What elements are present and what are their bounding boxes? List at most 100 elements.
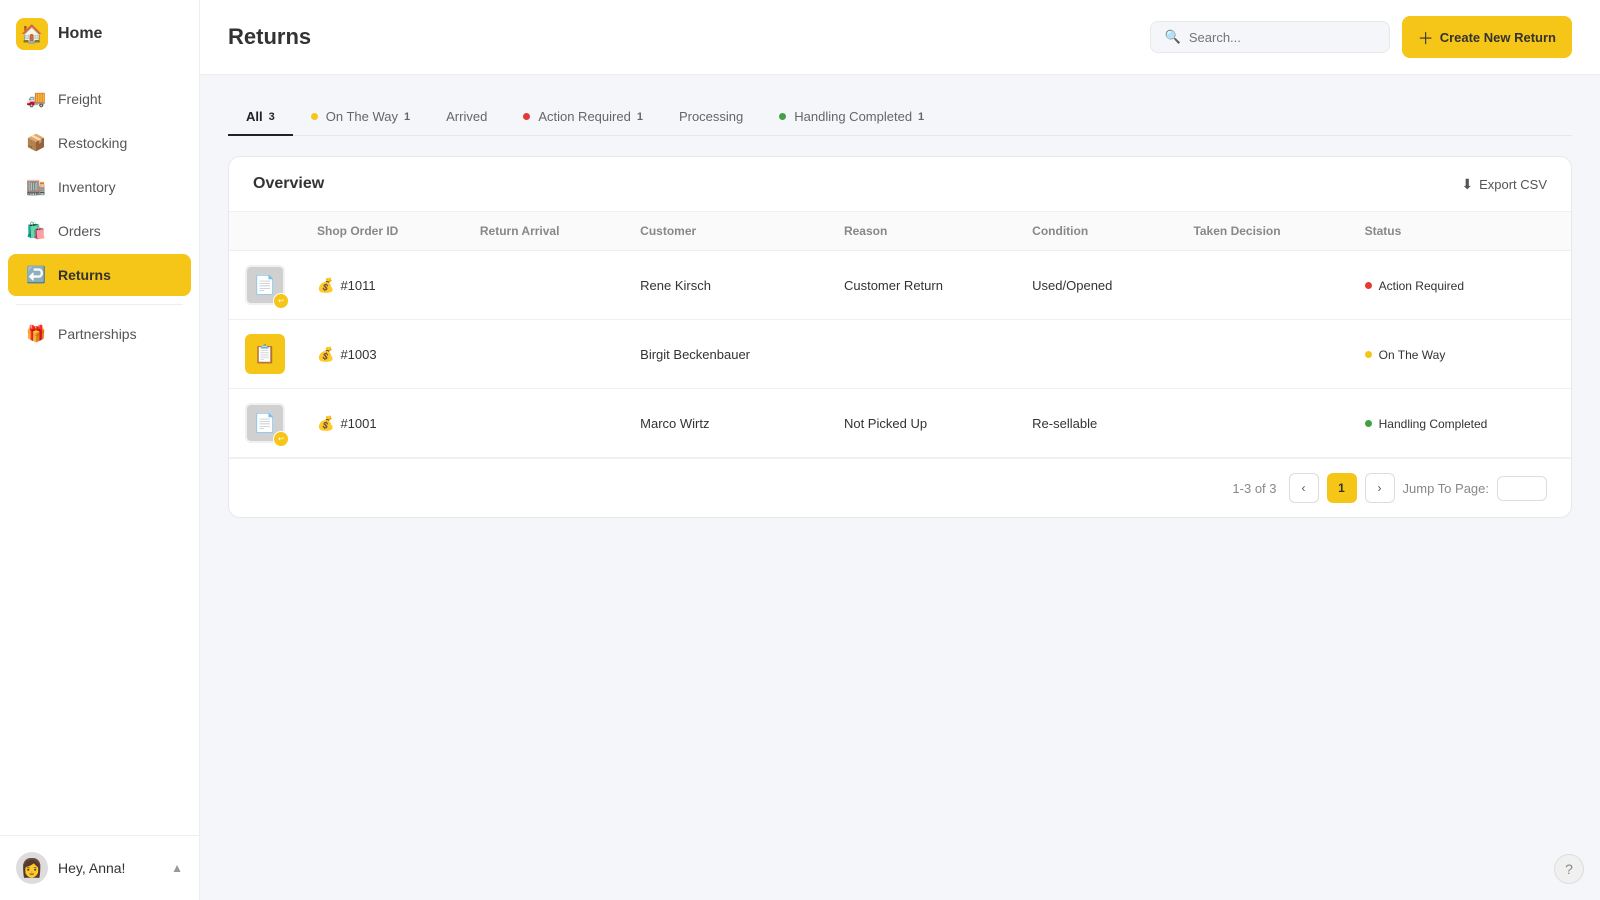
row2-reason <box>828 320 1016 389</box>
order-id-cell: 💰 #1001 <box>317 415 448 432</box>
export-csv-button[interactable]: ⬇ Export CSV <box>1461 176 1547 193</box>
sidebar-item-label: Inventory <box>58 179 116 195</box>
sidebar-item-freight[interactable]: 🚚 Freight <box>8 78 191 120</box>
row3-status: Handling Completed <box>1349 389 1571 458</box>
row1-customer: Rene Kirsch <box>624 251 828 320</box>
table-row[interactable]: 📋 💰 #1003 Birgit Beckenbauer <box>229 320 1571 389</box>
overview-card: Overview ⬇ Export CSV Shop Order ID Retu… <box>228 156 1572 518</box>
sidebar-footer[interactable]: 👩 Hey, Anna! ▲ <box>0 835 199 900</box>
col-status: Status <box>1349 212 1571 251</box>
partnerships-icon: 🎁 <box>26 324 46 344</box>
badge-icon: ↩ <box>278 297 284 305</box>
row3-condition: Re-sellable <box>1016 389 1177 458</box>
jump-to-page-input[interactable] <box>1497 476 1547 501</box>
row2-condition <box>1016 320 1177 389</box>
download-icon: ⬇ <box>1461 176 1473 193</box>
content-area: All 3 On The Way 1 Arrived Action Requir… <box>200 75 1600 900</box>
status-label: Action Required <box>1379 279 1464 293</box>
sidebar-item-restocking[interactable]: 📦 Restocking <box>8 122 191 164</box>
tabs-bar: All 3 On The Way 1 Arrived Action Requir… <box>228 99 1572 136</box>
tab-arrived[interactable]: Arrived <box>428 99 505 136</box>
sidebar-item-orders[interactable]: 🛍️ Orders <box>8 210 191 252</box>
order-icon: 💰 <box>317 415 334 432</box>
table-header: Shop Order ID Return Arrival Customer Re… <box>229 212 1571 251</box>
sidebar-item-inventory[interactable]: 🏬 Inventory <box>8 166 191 208</box>
row1-thumb-cell: 📄 ↩ <box>229 251 301 320</box>
product-cell: 📄 ↩ <box>245 265 285 305</box>
search-box: 🔍 <box>1150 21 1390 53</box>
col-taken-decision: Taken Decision <box>1177 212 1348 251</box>
dot-yellow-icon <box>311 113 318 120</box>
badge-icon: ↩ <box>278 435 284 443</box>
row1-condition: Used/Opened <box>1016 251 1177 320</box>
tab-processing[interactable]: Processing <box>661 99 761 136</box>
pagination-info: 1-3 of 3 <box>1232 481 1276 496</box>
product-image: 📋 <box>247 336 283 372</box>
create-return-label: Create New Return <box>1440 30 1556 45</box>
tab-all[interactable]: All 3 <box>228 99 293 136</box>
row3-order-id: 💰 #1001 <box>301 389 464 458</box>
status-label: On The Way <box>1379 348 1446 362</box>
search-input[interactable] <box>1189 30 1375 45</box>
product-cell: 📋 <box>245 334 285 374</box>
next-page-button[interactable]: › <box>1365 473 1395 503</box>
tab-handling-completed-count: 1 <box>918 111 924 123</box>
status-badge-on-the-way: On The Way <box>1365 348 1446 362</box>
row3-reason: Not Picked Up <box>828 389 1016 458</box>
row1-reason: Customer Return <box>828 251 1016 320</box>
sidebar-nav: 🚚 Freight 📦 Restocking 🏬 Inventory 🛍️ Or… <box>0 68 199 835</box>
restocking-icon: 📦 <box>26 133 46 153</box>
tab-all-label: All <box>246 109 263 124</box>
table-row[interactable]: 📄 ↩ 💰 #1001 <box>229 389 1571 458</box>
tab-all-count: 3 <box>269 111 275 123</box>
help-button[interactable]: ? <box>1554 854 1584 884</box>
plus-icon: ＋ <box>1418 25 1434 49</box>
row2-order-id: 💰 #1003 <box>301 320 464 389</box>
row2-return-arrival <box>464 320 624 389</box>
tab-on-the-way[interactable]: On The Way 1 <box>293 99 428 136</box>
sidebar-item-partnerships[interactable]: 🎁 Partnerships <box>8 313 191 355</box>
tab-on-the-way-label: On The Way <box>326 109 398 124</box>
col-order-id: Shop Order ID <box>301 212 464 251</box>
sidebar-item-returns[interactable]: ↩️ Returns <box>8 254 191 296</box>
sidebar-item-label: Restocking <box>58 135 127 151</box>
pagination: 1-3 of 3 ‹ 1 › Jump To Page: <box>229 458 1571 517</box>
sidebar-item-label: Partnerships <box>58 326 137 342</box>
product-badge: ↩ <box>273 431 289 447</box>
tab-action-required[interactable]: Action Required 1 <box>505 99 661 136</box>
product-thumbnail: 📄 ↩ <box>245 265 285 305</box>
order-id-value: #1001 <box>340 416 376 431</box>
sidebar: 🏠 Home 🚚 Freight 📦 Restocking 🏬 Inventor… <box>0 0 200 900</box>
status-dot-yellow <box>1365 351 1372 358</box>
freight-icon: 🚚 <box>26 89 46 109</box>
avatar: 👩 <box>16 852 48 884</box>
user-greeting: Hey, Anna! <box>58 860 125 876</box>
tab-processing-label: Processing <box>679 109 743 124</box>
sidebar-logo[interactable]: 🏠 Home <box>0 0 199 68</box>
product-badge: ↩ <box>273 293 289 309</box>
prev-page-button[interactable]: ‹ <box>1289 473 1319 503</box>
tab-on-the-way-count: 1 <box>404 111 410 123</box>
inventory-icon: 🏬 <box>26 177 46 197</box>
create-return-button[interactable]: ＋ Create New Return <box>1402 16 1572 58</box>
jump-to-page-label: Jump To Page: <box>1403 481 1489 496</box>
sidebar-item-label: Orders <box>58 223 101 239</box>
status-badge-handling-completed: Handling Completed <box>1365 417 1488 431</box>
overview-card-header: Overview ⬇ Export CSV <box>229 157 1571 212</box>
tab-handling-completed[interactable]: Handling Completed 1 <box>761 99 942 136</box>
sidebar-divider <box>16 304 183 305</box>
product-cell: 📄 ↩ <box>245 403 285 443</box>
row3-thumb-cell: 📄 ↩ <box>229 389 301 458</box>
col-reason: Reason <box>828 212 1016 251</box>
tab-arrived-label: Arrived <box>446 109 487 124</box>
sidebar-item-label: Returns <box>58 267 111 283</box>
order-id-value: #1011 <box>340 278 375 293</box>
status-dot-green <box>1365 420 1372 427</box>
row1-status: Action Required <box>1349 251 1571 320</box>
page-1-button[interactable]: 1 <box>1327 473 1357 503</box>
col-thumb <box>229 212 301 251</box>
dot-green-icon <box>779 113 786 120</box>
row3-return-arrival <box>464 389 624 458</box>
table-row[interactable]: 📄 ↩ 💰 #1011 <box>229 251 1571 320</box>
row1-return-arrival <box>464 251 624 320</box>
